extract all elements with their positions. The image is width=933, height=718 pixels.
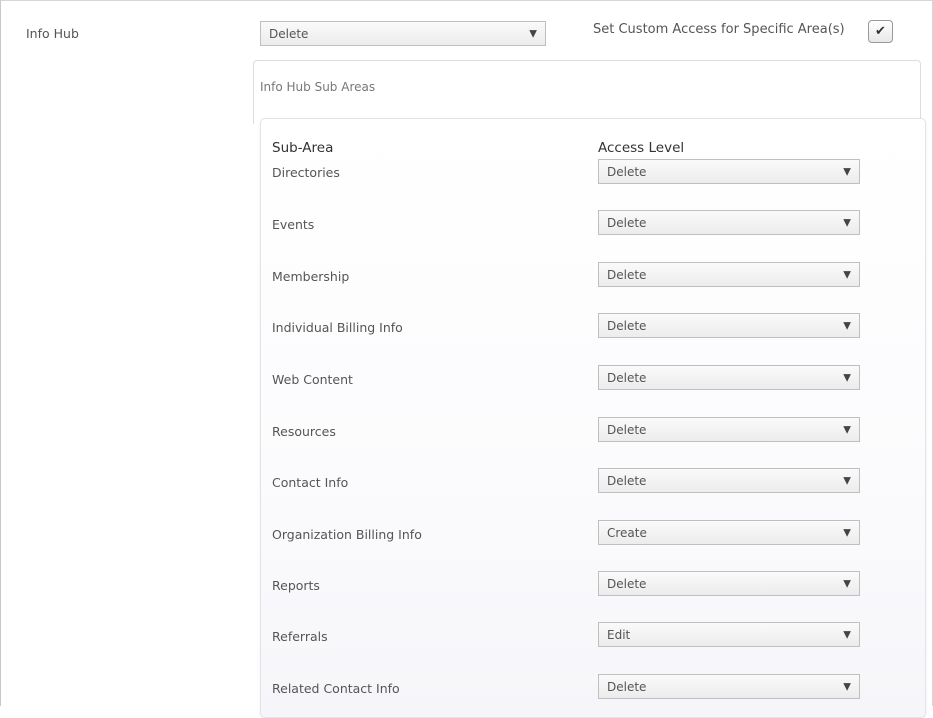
checkmark-icon: ✔ bbox=[875, 24, 886, 39]
column-header-access-level: Access Level bbox=[598, 140, 685, 156]
subarea-row-label: Organization Billing Info bbox=[272, 527, 422, 542]
column-header-subarea: Sub-Area bbox=[272, 140, 334, 156]
chevron-down-icon: ▼ bbox=[843, 629, 851, 640]
subarea-access-value: Delete bbox=[607, 576, 647, 591]
subarea-row-label: Related Contact Info bbox=[272, 681, 400, 696]
chevron-down-icon: ▼ bbox=[843, 320, 851, 331]
subarea-access-value: Create bbox=[607, 525, 647, 540]
subarea-access-value: Delete bbox=[607, 422, 647, 437]
info-hub-label: Info Hub bbox=[26, 26, 79, 41]
chevron-down-icon: ▼ bbox=[843, 269, 851, 280]
info-hub-access-value: Delete bbox=[269, 26, 309, 41]
subarea-row-label: Resources bbox=[272, 424, 336, 439]
subarea-access-value: Delete bbox=[607, 473, 647, 488]
subarea-access-select[interactable]: Delete ▼ bbox=[598, 365, 860, 390]
chevron-down-icon: ▼ bbox=[843, 372, 851, 383]
subarea-access-select[interactable]: Delete ▼ bbox=[598, 468, 860, 493]
subarea-access-value: Delete bbox=[607, 164, 647, 179]
subarea-row-label: Web Content bbox=[272, 372, 353, 387]
subarea-row-label: Referrals bbox=[272, 629, 328, 644]
chevron-down-icon: ▼ bbox=[843, 681, 851, 692]
chevron-down-icon: ▼ bbox=[843, 217, 851, 228]
chevron-down-icon: ▼ bbox=[843, 578, 851, 589]
subareas-title: Info Hub Sub Areas bbox=[260, 80, 376, 94]
subarea-access-select[interactable]: Delete ▼ bbox=[598, 159, 860, 184]
subarea-row-label: Directories bbox=[272, 165, 340, 180]
subarea-access-select[interactable]: Delete ▼ bbox=[598, 417, 860, 442]
subarea-access-value: Edit bbox=[607, 627, 631, 642]
chevron-down-icon: ▼ bbox=[843, 166, 851, 177]
subarea-access-select[interactable]: Delete ▼ bbox=[598, 210, 860, 235]
custom-access-label: Set Custom Access for Specific Area(s) bbox=[593, 22, 845, 37]
custom-access-checkbox[interactable]: ✔ bbox=[868, 20, 893, 43]
subarea-access-value: Delete bbox=[607, 679, 647, 694]
subarea-row-label: Contact Info bbox=[272, 475, 349, 490]
subarea-row-label: Individual Billing Info bbox=[272, 320, 403, 335]
subarea-access-select[interactable]: Delete ▼ bbox=[598, 313, 860, 338]
info-hub-access-select[interactable]: Delete ▼ bbox=[260, 21, 546, 46]
chevron-down-icon: ▼ bbox=[843, 475, 851, 486]
subarea-access-select[interactable]: Delete ▼ bbox=[598, 674, 860, 699]
chevron-down-icon: ▼ bbox=[529, 28, 537, 39]
subarea-row-label: Membership bbox=[272, 269, 350, 284]
subarea-row-label: Reports bbox=[272, 578, 320, 593]
subarea-access-select[interactable]: Delete ▼ bbox=[598, 571, 860, 596]
subarea-access-value: Delete bbox=[607, 370, 647, 385]
chevron-down-icon: ▼ bbox=[843, 424, 851, 435]
subarea-access-value: Delete bbox=[607, 267, 647, 282]
chevron-down-icon: ▼ bbox=[843, 527, 851, 538]
subarea-access-select[interactable]: Edit ▼ bbox=[598, 622, 860, 647]
subarea-access-select[interactable]: Create ▼ bbox=[598, 520, 860, 545]
subarea-access-value: Delete bbox=[607, 215, 647, 230]
subarea-row-label: Events bbox=[272, 217, 315, 232]
subarea-access-value: Delete bbox=[607, 318, 647, 333]
subarea-access-select[interactable]: Delete ▼ bbox=[598, 262, 860, 287]
